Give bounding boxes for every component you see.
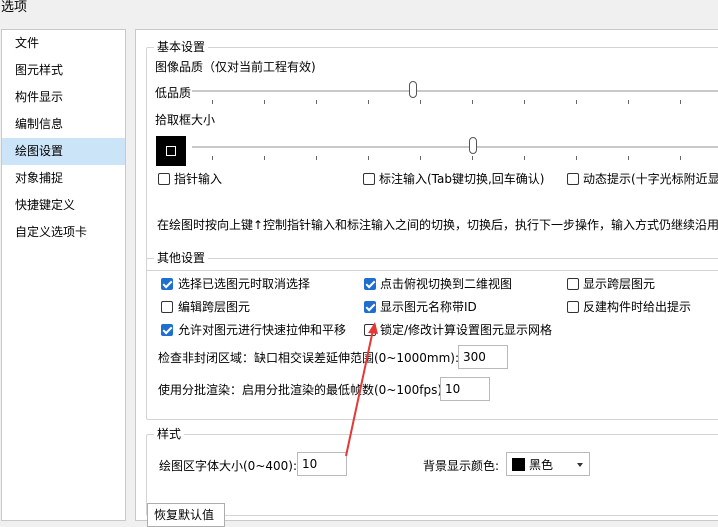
quick-stretch-label: 允许对图元进行快速拉伸和平移 (178, 323, 347, 337)
lock-grid-checkbox[interactable] (364, 324, 376, 336)
sidebar-item-shortcut[interactable]: 快捷键定义 (2, 192, 125, 219)
sidebar-item-file[interactable]: 文件 (2, 30, 125, 57)
sidebar-item-compile-info[interactable]: 编制信息 (2, 111, 125, 138)
slider-tick (472, 156, 473, 160)
slider-tick (264, 100, 265, 104)
slider-tick (264, 156, 265, 160)
chevron-down-icon (577, 463, 583, 467)
slider-tick (680, 100, 681, 104)
style-group: 样式 (146, 426, 718, 516)
pointer-input-label: 指针输入 (174, 172, 223, 186)
basic-settings-group: 基本设置 (146, 39, 718, 271)
bg-color-value: 黑色 (529, 458, 554, 472)
basic-settings-title: 基本设置 (154, 39, 209, 55)
slider-tick (420, 100, 421, 104)
slider-tick (472, 100, 473, 104)
settings-panel: 基本设置 图像品质（仅对当前工程有效) 低品质 拾取框大小 指针输入 标注输入(… (135, 29, 718, 521)
show-name-id-checkbox[interactable] (364, 301, 376, 313)
slider-tick (576, 156, 577, 160)
slider-tick (368, 156, 369, 160)
quick-stretch-checkbox[interactable] (161, 324, 173, 336)
image-quality-label: 图像品质（仅对当前工程有效) (155, 60, 316, 74)
batch-render-input[interactable]: 10 (440, 377, 490, 401)
bg-color-label: 背景显示颜色: (423, 459, 500, 473)
dimension-input-checkbox[interactable] (363, 173, 375, 185)
edit-cross-layer-checkbox[interactable] (161, 301, 173, 313)
slider-tick (680, 156, 681, 160)
sidebar-item-component-display[interactable]: 构件显示 (2, 84, 125, 111)
dynamic-hint-checkbox[interactable] (567, 173, 579, 185)
font-size-label: 绘图区字体大小(0~400): (159, 459, 298, 473)
bg-color-select[interactable]: 黑色 (506, 452, 590, 476)
deselect-selected-label: 选择已选图元时取消选择 (178, 277, 311, 291)
check-open-area-label: 检查非封闭区域：缺口相交误差延伸范围(0~1000mm): (158, 351, 460, 365)
slider-tick (576, 100, 577, 104)
sidebar-item-drawing-settings[interactable]: 绘图设置 (2, 138, 125, 165)
reverse-build-hint-checkbox[interactable] (567, 301, 579, 313)
pick-box-track (192, 146, 718, 148)
slider-tick (628, 156, 629, 160)
pointer-input-checkbox[interactable] (158, 173, 170, 185)
slider-tick (368, 100, 369, 104)
options-sidebar: 文件 图元样式 构件显示 编制信息 绘图设置 对象捕捉 快捷键定义 自定义选项卡 (1, 29, 126, 521)
reverse-build-hint-label: 反建构件时给出提示 (583, 300, 692, 314)
slider-tick (420, 156, 421, 160)
slider-tick (524, 100, 525, 104)
batch-render-label: 使用分批渲染：启用分批渲染的最低帧数(0~100fps): (158, 383, 447, 397)
top-view-2d-checkbox[interactable] (364, 278, 376, 290)
sidebar-item-custom-tab[interactable]: 自定义选项卡 (2, 219, 125, 246)
sidebar-item-element-style[interactable]: 图元样式 (2, 57, 125, 84)
pick-box-label: 拾取框大小 (155, 113, 216, 127)
pick-box-slider[interactable] (468, 137, 477, 154)
input-switch-note: 在绘图时按向上键↑控制指针输入和标注输入之间的切换，切换后，执行下一步操作，输入… (157, 218, 718, 232)
window-title: 选项 (1, 0, 28, 15)
show-cross-layer-checkbox[interactable] (567, 278, 579, 290)
other-settings-title: 其他设置 (154, 250, 209, 266)
show-cross-layer-label: 显示跨层图元 (583, 277, 656, 291)
pick-box-preview (156, 136, 186, 166)
style-title: 样式 (154, 426, 185, 442)
edit-cross-layer-label: 编辑跨层图元 (178, 300, 251, 314)
bg-color-swatch (512, 458, 525, 471)
check-open-area-input[interactable]: 300 (458, 345, 508, 369)
slider-tick (316, 156, 317, 160)
deselect-selected-checkbox[interactable] (161, 278, 173, 290)
show-name-id-label: 显示图元名称带ID (380, 300, 477, 314)
sidebar-item-object-snap[interactable]: 对象捕捉 (2, 165, 125, 192)
top-view-2d-label: 点击俯视切换到二维视图 (380, 277, 513, 291)
dynamic-hint-label: 动态提示(十字光标附近显 (583, 172, 718, 186)
font-size-input[interactable]: 10 (297, 452, 347, 476)
low-quality-label: 低品质 (155, 86, 192, 100)
restore-default-button[interactable]: 恢复默认值 (147, 503, 225, 527)
lock-grid-label: 锁定/修改计算设置图元显示网格 (380, 323, 553, 337)
slider-tick (524, 156, 525, 160)
image-quality-track (192, 90, 718, 92)
image-quality-slider[interactable] (409, 81, 418, 98)
slider-tick (212, 100, 213, 104)
dimension-input-label: 标注输入(Tab键切换,回车确认) (379, 172, 545, 186)
slider-tick (316, 100, 317, 104)
slider-tick (212, 156, 213, 160)
slider-tick (628, 100, 629, 104)
